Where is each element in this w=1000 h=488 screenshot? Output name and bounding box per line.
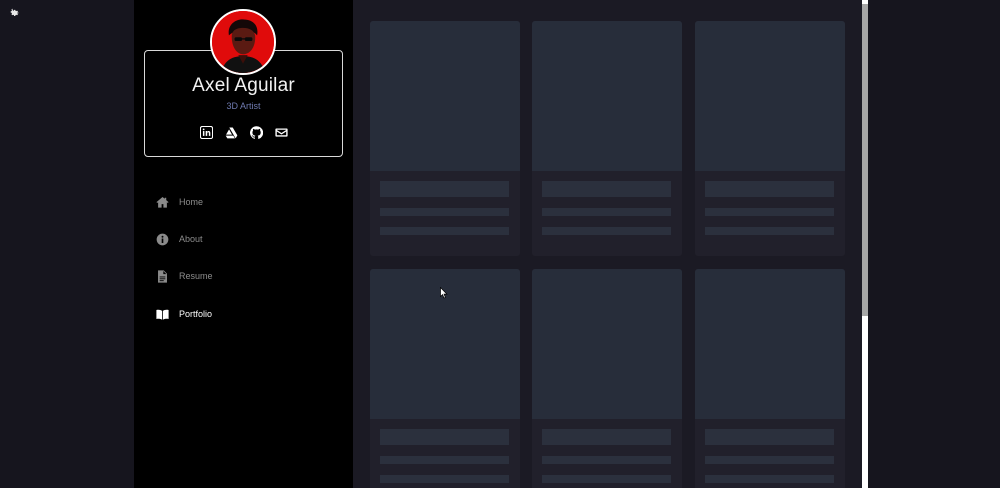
info-icon (156, 233, 169, 246)
nav-label-home: Home (179, 197, 204, 207)
portfolio-card-skeleton[interactable] (695, 269, 845, 488)
linkedin-icon[interactable] (199, 126, 213, 139)
profile-role: 3D Artist (226, 101, 261, 111)
mail-icon[interactable] (274, 126, 288, 139)
card-title-placeholder (380, 429, 509, 445)
profile-name: Axel Aguilar (192, 75, 295, 96)
social-links (144, 126, 343, 139)
card-thumbnail-placeholder (532, 21, 682, 171)
card-text-placeholder (542, 475, 671, 483)
card-text-placeholder (380, 227, 509, 235)
mouse-cursor-icon (440, 287, 448, 299)
document-icon (156, 269, 169, 283)
card-title-placeholder (705, 181, 834, 197)
card-thumbnail-placeholder (532, 269, 682, 419)
portfolio-card-skeleton[interactable] (695, 21, 845, 256)
card-title-placeholder (380, 181, 509, 197)
card-title-placeholder (542, 429, 671, 445)
nav-item-portfolio[interactable]: Portfolio (156, 303, 212, 325)
card-text-placeholder (705, 208, 834, 216)
card-text-placeholder (542, 456, 671, 464)
gear-icon[interactable] (9, 4, 21, 16)
card-text-placeholder (705, 475, 834, 483)
nav-label-resume: Resume (179, 271, 213, 281)
book-open-icon (156, 308, 169, 321)
card-text-placeholder (380, 208, 509, 216)
home-icon (156, 196, 169, 209)
artstation-icon[interactable] (225, 126, 238, 139)
card-title-placeholder (542, 181, 671, 197)
card-text-placeholder (380, 475, 509, 483)
card-text-placeholder (380, 456, 509, 464)
nav-item-home[interactable]: Home (156, 191, 203, 213)
card-thumbnail-placeholder (370, 21, 520, 171)
nav-label-about: About (179, 234, 203, 244)
card-text-placeholder (705, 456, 834, 464)
portfolio-card-skeleton[interactable] (370, 269, 520, 488)
nav-label-portfolio: Portfolio (179, 309, 213, 319)
card-text-placeholder (705, 227, 834, 235)
github-icon[interactable] (249, 126, 263, 139)
card-text-placeholder (542, 227, 671, 235)
nav-item-resume[interactable]: Resume (156, 265, 213, 287)
portfolio-grid (353, 0, 863, 488)
portfolio-card-skeleton[interactable] (532, 21, 682, 256)
nav-item-about[interactable]: About (156, 228, 203, 250)
right-gutter (868, 0, 1000, 488)
avatar (210, 9, 276, 75)
card-title-placeholder (705, 429, 834, 445)
card-text-placeholder (542, 208, 671, 216)
card-thumbnail-placeholder (695, 269, 845, 419)
portfolio-card-skeleton[interactable] (370, 21, 520, 256)
portfolio-card-skeleton[interactable] (532, 269, 682, 488)
card-thumbnail-placeholder (695, 21, 845, 171)
